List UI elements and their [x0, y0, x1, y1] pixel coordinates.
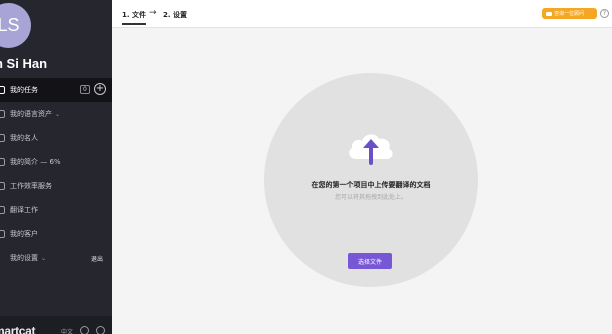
sidebar-item-translation-jobs[interactable]: 翻译工作: [0, 198, 112, 222]
sidebar-item-label: 翻译工作: [10, 206, 38, 214]
chat-icon[interactable]: [96, 326, 105, 334]
upload-title: 在您的第一个项目中上传要翻译的文档: [311, 181, 431, 189]
step-settings-tab[interactable]: 2. 设置: [163, 10, 187, 20]
add-project-button[interactable]: +: [94, 83, 106, 95]
sidebar-item-label: 工作效率服务: [10, 182, 52, 190]
sidebar-nav: 我的任务 0 + 我的语言资产 ⌄ 我的名人 我的简介 — 6% 工作效率服务: [0, 78, 112, 270]
sidebar-item-my-tasks[interactable]: 我的任务 0 +: [0, 78, 112, 102]
consult-button-label: 咨询一位顾问: [554, 11, 585, 17]
upload-dropzone[interactable]: 在您的第一个项目中上传要翻译的文档 您可以将其拖拽到此处上。 选择文件: [264, 73, 478, 287]
task-count-badge: 0: [80, 85, 90, 94]
app-window: LS n Si Han 我的任务 0 + 我的语言资产 ⌄ 我的名人 我的简介 …: [0, 0, 612, 334]
sidebar-item-productivity[interactable]: 工作效率服务: [0, 174, 112, 198]
sidebar-item-label: 我的名人: [10, 134, 38, 142]
sidebar-item-label: 我的语言资产: [10, 110, 52, 118]
sidebar-item-language-assets[interactable]: 我的语言资产 ⌄: [0, 102, 112, 126]
settings-icon: [0, 254, 5, 262]
clients-icon: [0, 230, 5, 238]
sidebar-item-clients[interactable]: 我的客户: [0, 222, 112, 246]
choose-file-button[interactable]: 选择文件: [348, 253, 392, 269]
sidebar-item-celebrities[interactable]: 我的名人: [0, 126, 112, 150]
info-icon[interactable]: [80, 326, 89, 334]
people-icon: [0, 134, 5, 142]
brand-logo[interactable]: martcat: [0, 324, 36, 334]
sidebar-item-label: 我的任务: [10, 86, 38, 94]
sidebar-item-label: 我的客户: [10, 230, 38, 238]
gear-icon: [0, 182, 5, 190]
sidebar-item-profile[interactable]: 我的简介 — 6%: [0, 150, 112, 174]
arrow-right-icon: →: [149, 8, 157, 18]
jobs-icon: [0, 206, 5, 214]
logout-link[interactable]: 退出: [91, 254, 103, 263]
profile-icon: [0, 158, 5, 166]
help-icon[interactable]: ?: [600, 9, 609, 18]
language-selector[interactable]: 中文: [61, 327, 73, 334]
sidebar-footer: martcat 中文: [0, 316, 112, 334]
top-bar: 1. 文件 → 2. 设置 咨询一位顾问 ?: [112, 0, 612, 28]
sidebar-item-label: 我的设置: [10, 254, 38, 262]
upload-subtitle: 您可以将其拖拽到此处上。: [334, 194, 407, 201]
assets-icon: [0, 110, 5, 118]
cloud-upload-icon: [349, 134, 393, 165]
avatar[interactable]: LS: [0, 3, 31, 48]
step-files-tab[interactable]: 1. 文件: [122, 10, 146, 25]
main-content: 在您的第一个项目中上传要翻译的文档 您可以将其拖拽到此处上。 选择文件: [112, 29, 612, 334]
sidebar-item-label: 我的简介 — 6%: [10, 158, 61, 166]
chevron-down-icon: ⌄: [41, 254, 47, 262]
chevron-down-icon: ⌄: [55, 110, 61, 118]
user-name: n Si Han: [0, 56, 48, 71]
consult-button[interactable]: 咨询一位顾问: [542, 8, 597, 19]
sidebar-item-settings[interactable]: 我的设置 ⌄ 退出: [0, 246, 112, 270]
sidebar: LS n Si Han 我的任务 0 + 我的语言资产 ⌄ 我的名人 我的简介 …: [0, 0, 112, 334]
tasks-icon: [0, 86, 5, 94]
chat-bubble-icon: [546, 11, 552, 16]
